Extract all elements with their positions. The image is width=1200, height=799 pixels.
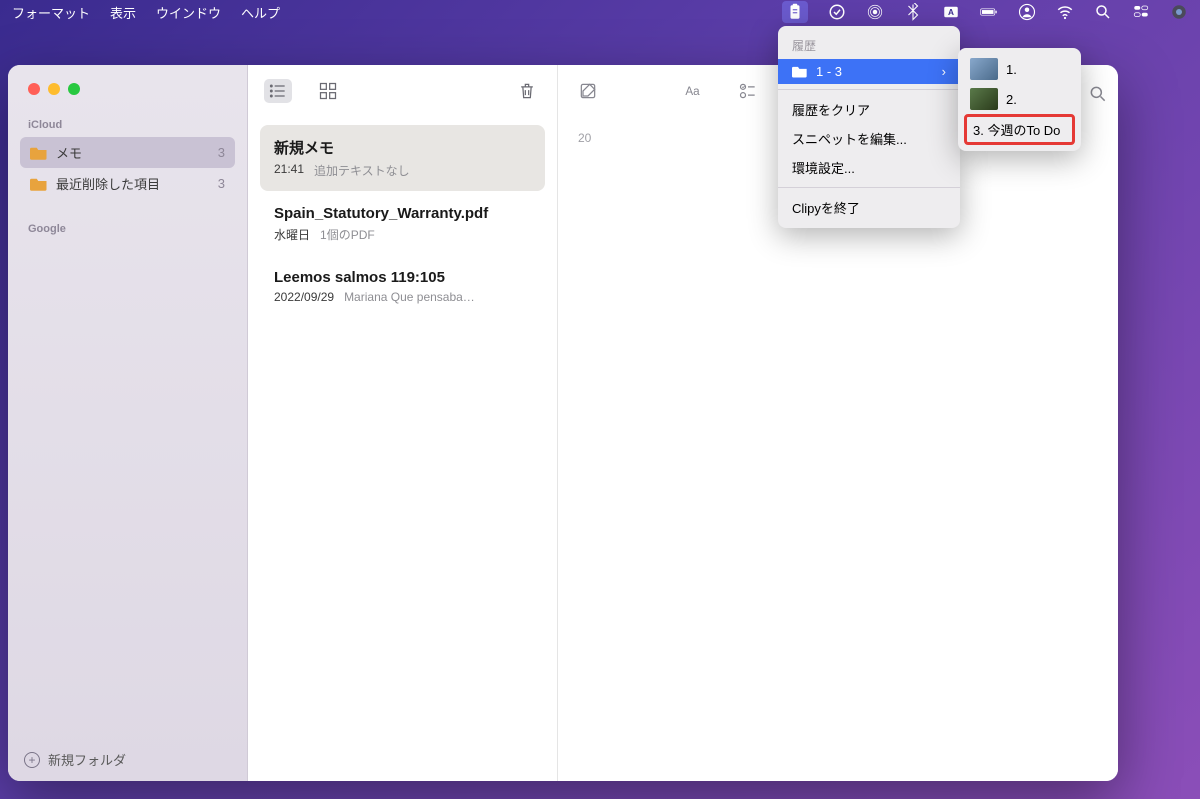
clipy-submenu: 1. 2. 3. 今週のTo Do — [958, 48, 1081, 151]
menubar-app-menus: フォーマット 表示 ウインドウ ヘルプ — [12, 3, 280, 22]
sidebar-item-notes[interactable]: メモ 3 — [20, 137, 235, 168]
note-time: 水曜日 — [274, 226, 310, 243]
note-time: 2022/09/29 — [274, 290, 334, 304]
note-item[interactable]: Spain_Statutory_Warranty.pdf 水曜日 1個のPDF — [260, 193, 545, 255]
folder-icon — [30, 177, 48, 191]
note-title: Leemos salmos 119:105 — [274, 269, 531, 286]
format-button[interactable]: Aa — [678, 79, 706, 103]
system-menubar: フォーマット 表示 ウインドウ ヘルプ A — [0, 0, 1200, 24]
note-preview: 追加テキストなし — [314, 162, 410, 179]
note-item[interactable]: Leemos salmos 119:105 2022/09/29 Mariana … — [260, 257, 545, 316]
control-center-icon[interactable] — [1132, 3, 1150, 21]
note-list-pane: 新規メモ 21:41 追加テキストなし Spain_Statutory_Warra… — [248, 65, 558, 781]
clipy-preferences[interactable]: 環境設定... — [778, 153, 960, 182]
menu-window[interactable]: ウインドウ — [156, 3, 221, 22]
svg-text:A: A — [948, 8, 954, 17]
clipy-menu: 履歴 1 - 3 › 履歴をクリア スニペットを編集... 環境設定... Cl… — [778, 26, 960, 228]
notes-container: 新規メモ 21:41 追加テキストなし Spain_Statutory_Warra… — [248, 117, 557, 326]
todo-icon[interactable] — [828, 3, 846, 21]
note-preview: Mariana Que pensaba… — [344, 290, 475, 304]
siri-icon[interactable] — [1170, 3, 1188, 21]
note-preview: 1個のPDF — [320, 226, 375, 243]
sidebar-section-icloud: iCloud — [20, 113, 235, 137]
menubar-status-icons: A — [782, 1, 1188, 23]
submenu-label: 2. — [1006, 92, 1017, 107]
window-controls — [8, 65, 247, 95]
clipy-history-item-1[interactable]: 1. — [964, 54, 1075, 84]
delete-button[interactable] — [513, 79, 541, 103]
sidebar-item-count: 3 — [218, 145, 225, 160]
plus-circle-icon: + — [24, 752, 40, 768]
note-date-partial: 20 — [578, 131, 591, 145]
clipy-menubar-icon[interactable] — [782, 1, 808, 23]
menu-format[interactable]: フォーマット — [12, 3, 90, 22]
submenu-label: 3. 今週のTo Do — [973, 120, 1060, 139]
sidebar-item-recently-deleted[interactable]: 最近削除した項目 3 — [20, 168, 235, 199]
minimize-button[interactable] — [48, 83, 60, 95]
fullscreen-button[interactable] — [68, 83, 80, 95]
thumbnail-icon — [970, 88, 998, 110]
clipy-history-item-2[interactable]: 2. — [964, 84, 1075, 114]
svg-text:Aa: Aa — [685, 85, 700, 98]
menu-help[interactable]: ヘルプ — [241, 3, 280, 22]
sidebar-item-label: メモ — [56, 143, 82, 162]
wifi-icon[interactable] — [1056, 3, 1074, 21]
submenu-label: 1. — [1006, 62, 1017, 77]
note-title: 新規メモ — [274, 137, 531, 158]
note-time: 21:41 — [274, 162, 304, 179]
sidebar-section-google: Google — [20, 217, 235, 241]
battery-icon[interactable] — [980, 3, 998, 21]
new-folder-button[interactable]: + 新規フォルダ — [8, 738, 247, 781]
sidebar-item-count: 3 — [218, 176, 225, 191]
menu-separator — [778, 187, 960, 188]
clipy-quit[interactable]: Clipyを終了 — [778, 193, 960, 222]
folder-icon — [30, 146, 48, 160]
new-folder-label: 新規フォルダ — [48, 750, 126, 769]
menu-view[interactable]: 表示 — [110, 3, 136, 22]
list-view-button[interactable] — [264, 79, 292, 103]
search-button[interactable] — [1088, 84, 1108, 109]
sidebar: iCloud メモ 3 最近削除した項目 3 Google + 新規フォルダ — [8, 65, 248, 781]
user-icon[interactable] — [1018, 3, 1036, 21]
note-item[interactable]: 新規メモ 21:41 追加テキストなし — [260, 125, 545, 191]
thumbnail-icon — [970, 58, 998, 80]
input-source-icon[interactable]: A — [942, 3, 960, 21]
menu-separator — [778, 89, 960, 90]
airdrop-icon[interactable] — [866, 3, 884, 21]
note-title: Spain_Statutory_Warranty.pdf — [274, 205, 531, 222]
clipy-history-folder[interactable]: 1 - 3 › — [778, 59, 960, 84]
clipy-history-item-3[interactable]: 3. 今週のTo Do — [964, 114, 1075, 145]
clipy-folder-label: 1 - 3 — [816, 64, 842, 79]
spotlight-icon[interactable] — [1094, 3, 1112, 21]
chevron-right-icon: › — [942, 64, 946, 79]
folder-icon — [792, 65, 808, 78]
note-list-toolbar — [248, 65, 557, 117]
sidebar-item-label: 最近削除した項目 — [56, 174, 160, 193]
compose-button[interactable] — [574, 79, 602, 103]
grid-view-button[interactable] — [314, 79, 342, 103]
bluetooth-icon[interactable] — [904, 3, 922, 21]
clipy-edit-snippets[interactable]: スニペットを編集... — [778, 124, 960, 153]
clipy-clear-history[interactable]: 履歴をクリア — [778, 95, 960, 124]
checklist-button[interactable] — [734, 79, 762, 103]
clipy-menu-header: 履歴 — [778, 32, 960, 59]
close-button[interactable] — [28, 83, 40, 95]
